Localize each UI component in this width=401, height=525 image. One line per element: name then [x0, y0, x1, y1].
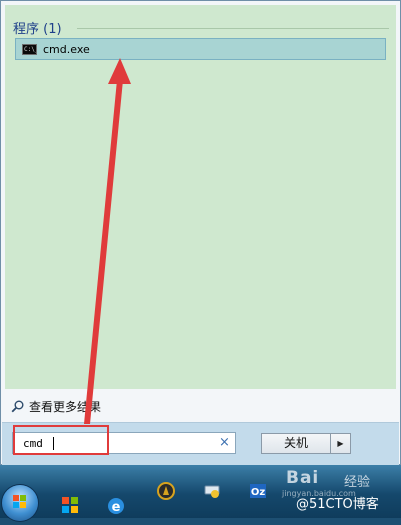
console-icon: C:\_	[22, 43, 37, 55]
shutdown-options-button[interactable]: ▶	[331, 433, 351, 454]
outlook-icon[interactable]: Oz	[248, 481, 268, 501]
result-item-cmd[interactable]: C:\_ cmd.exe	[15, 38, 386, 60]
see-more-results-link[interactable]: 查看更多结果	[11, 398, 101, 415]
app-icon[interactable]	[156, 481, 176, 501]
shutdown-button[interactable]: 关机	[261, 433, 331, 454]
internet-explorer-icon[interactable]: e	[106, 496, 126, 516]
see-more-results-label: 查看更多结果	[29, 400, 102, 414]
result-item-label: cmd.exe	[43, 42, 90, 56]
search-input-value: cmd	[23, 437, 43, 450]
section-header-programs[interactable]: 程序 (1)	[13, 18, 62, 37]
search-input[interactable]: cmd	[12, 432, 236, 454]
start-orb-icon[interactable]	[2, 485, 38, 521]
text-caret	[53, 437, 54, 450]
network-icon[interactable]	[202, 481, 222, 501]
windows-logo-icon	[13, 495, 26, 508]
start-menu: 程序 (1) C:\_ cmd.exe 查看更多结果	[0, 0, 401, 466]
section-divider	[77, 28, 389, 29]
search-results-pane: 程序 (1) C:\_ cmd.exe	[5, 5, 396, 389]
search-icon	[11, 400, 24, 413]
svg-text:Oz: Oz	[251, 487, 266, 498]
clear-search-button[interactable]: ×	[217, 434, 232, 451]
windows-store-icon[interactable]	[60, 495, 80, 515]
svg-text:e: e	[112, 500, 121, 515]
